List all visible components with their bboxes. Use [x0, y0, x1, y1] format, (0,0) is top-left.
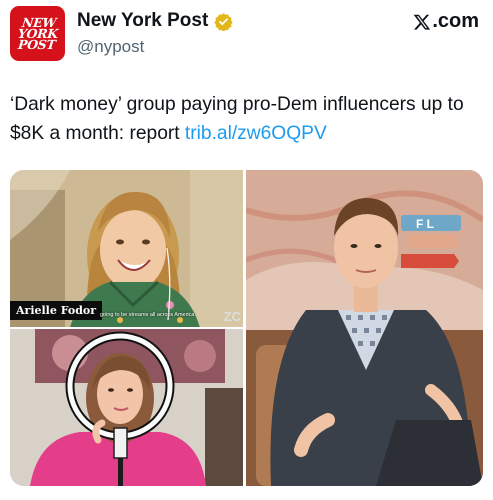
stage-speaker-scene: F L	[246, 170, 483, 486]
tweet-header: NEW YORK POST New York Post @nypost .com	[10, 6, 483, 62]
x-com-label: .com	[413, 10, 479, 33]
tweet-media[interactable]: Arielle Fodor going to be streams all ac…	[10, 170, 483, 486]
new-york-post-logo[interactable]: NEW YORK POST	[10, 6, 65, 61]
name-line: New York Post	[77, 10, 233, 32]
x-logo-icon	[413, 14, 431, 30]
sign-text: F L	[416, 217, 434, 231]
verified-badge-icon	[214, 12, 233, 31]
media-panel-video-call: Arielle Fodor going to be streams all ac…	[10, 170, 243, 328]
corner-watermark: ZC	[223, 309, 241, 324]
media-panel-stage-speaker: F L	[246, 170, 483, 486]
account-handle[interactable]: @nypost	[77, 37, 144, 57]
speaker-nameplate: Arielle Fodor	[10, 301, 103, 320]
tweet-link[interactable]: trib.al/zw6OQPV	[185, 123, 327, 144]
media-divider-horizontal	[10, 327, 243, 329]
site-label-text: .com	[432, 10, 479, 32]
media-divider-vertical	[243, 170, 246, 486]
video-caption: going to be streams all across America	[100, 312, 195, 318]
logo-line-3: POST	[16, 37, 56, 52]
media-panel-ring-light	[10, 328, 243, 486]
ring-light-scene	[10, 328, 243, 486]
tweet-text: ‘Dark money’ group paying pro-Dem influe…	[10, 90, 488, 148]
logo-lettering: NEW YORK POST	[16, 15, 59, 52]
display-name[interactable]: New York Post	[77, 10, 208, 32]
